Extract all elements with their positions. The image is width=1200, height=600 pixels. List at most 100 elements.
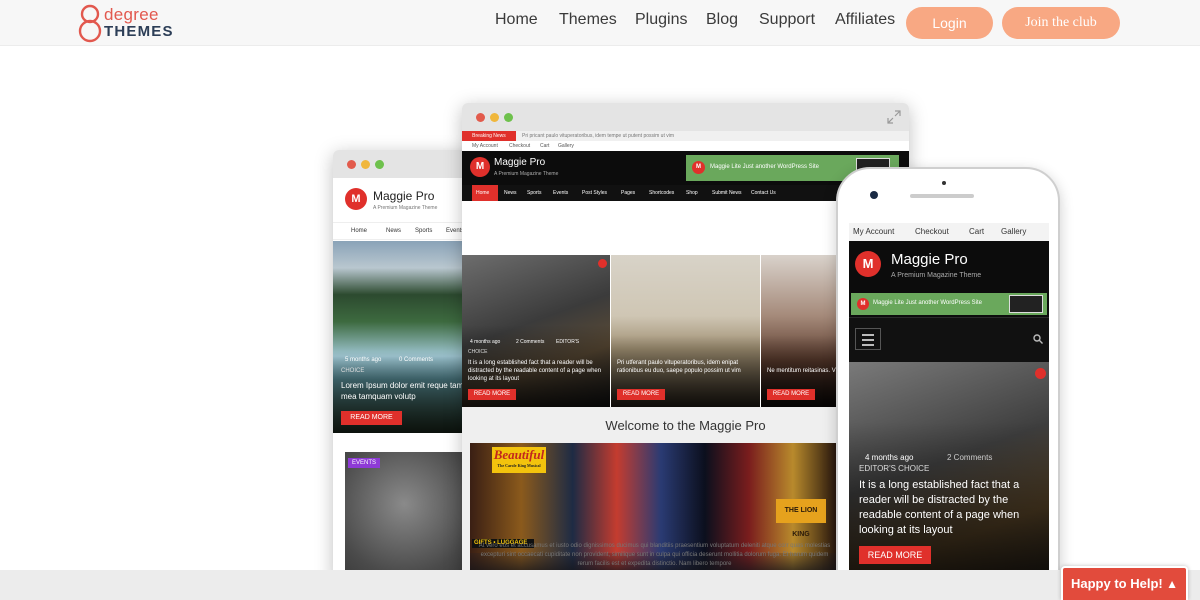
phone-banner-text: Maggie Lite Just another WordPress Site	[873, 300, 982, 306]
card1-text: It is a long established fact that a rea…	[468, 360, 602, 382]
center-card-soldiers: Pri utferant paulo vituperatoribus, idem…	[611, 255, 760, 407]
phone-account-links: My Account Checkout Cart Gallery	[849, 223, 1049, 241]
nav-plugins[interactable]: Plugins	[635, 11, 687, 29]
left-menu-news[interactable]: News	[386, 228, 401, 234]
center-site-tagline: A Premium Magazine Theme	[494, 171, 559, 177]
card1-comments: 2 Comments	[516, 339, 545, 345]
nav-themes[interactable]: Themes	[559, 11, 617, 29]
menu-submit-news[interactable]: Submit News	[712, 190, 741, 196]
phone-post-text: It is a long established fact that a rea…	[859, 479, 1020, 536]
minimize-dot-icon	[490, 113, 499, 122]
logo-themes-text: THEMES	[104, 23, 174, 40]
menu-shop[interactable]: Shop	[686, 190, 698, 196]
menu-news[interactable]: News	[504, 190, 517, 196]
card2-text: Pri utferant paulo vituperatoribus, idem…	[617, 360, 741, 374]
expand-icon[interactable]	[887, 110, 901, 124]
close-dot-icon	[347, 160, 356, 169]
menu-shortcodes[interactable]: Shortcodes	[649, 190, 674, 196]
phone-read-more-button[interactable]: READ MORE	[859, 546, 931, 564]
minimize-dot-icon	[361, 160, 370, 169]
phone-maggie-lite-banner[interactable]: M Maggie Lite Just another WordPress Sit…	[851, 293, 1047, 315]
chevron-up-icon: ▲	[1166, 577, 1178, 591]
left-site-title: Maggie Pro	[373, 189, 435, 203]
sign-lion-king: THE LION KING	[776, 499, 826, 538]
footer-strip	[0, 570, 1200, 600]
nav-blog[interactable]: Blog	[706, 11, 738, 29]
music-badge-icon	[598, 259, 607, 268]
logo-degree-text: degree	[104, 5, 159, 24]
nav-affiliates[interactable]: Affiliates	[835, 11, 895, 29]
card1-badge: EDITOR'S	[556, 339, 580, 345]
phone-firefighter-photo: 4 months ago 2 Comments EDITOR'S CHOICE …	[849, 362, 1049, 570]
menu-contact-us[interactable]: Contact Us	[751, 190, 776, 196]
device-preview-icon	[1009, 295, 1043, 313]
hamburger-menu-icon[interactable]	[855, 328, 881, 350]
phone-earpiece	[910, 194, 974, 198]
phone-post-comments: 2 Comments	[947, 453, 993, 462]
phone-post-meta: 4 months ago	[865, 453, 914, 462]
phone-camera-icon	[870, 191, 878, 199]
nav-home[interactable]: Home	[495, 11, 538, 29]
card1-category: CHOICE	[468, 349, 488, 355]
site-header: degree THEMES Home Themes Plugins Blog S…	[0, 0, 1200, 46]
left-read-more-button[interactable]: READ MORE	[341, 411, 402, 425]
join-club-button[interactable]: Join the club	[1002, 7, 1120, 39]
music-badge-icon	[1035, 368, 1046, 379]
center-browser-titlebar	[462, 103, 909, 131]
card2-read-more-button[interactable]: READ MORE	[617, 389, 665, 400]
center-account-links: My Account Checkout Cart Gallery	[462, 141, 909, 151]
center-card-firefighter: 4 months ago 2 Comments EDITOR'S CHOICE …	[462, 255, 610, 407]
phone-site-title: Maggie Pro	[891, 251, 968, 268]
account-link-gallery[interactable]: Gallery	[558, 143, 574, 149]
card3-read-more-button[interactable]: READ MORE	[767, 389, 815, 400]
close-dot-icon	[476, 113, 485, 122]
left-post-category: CHOICE	[341, 368, 365, 374]
phone-screen: My Account Checkout Cart Gallery M Maggi…	[849, 223, 1049, 570]
menu-post-styles[interactable]: Post Styles	[582, 190, 607, 196]
phone-link-cart[interactable]: Cart	[969, 227, 984, 236]
search-icon[interactable]	[1033, 334, 1043, 344]
maximize-dot-icon	[504, 113, 513, 122]
chat-label: Happy to Help!	[1071, 576, 1163, 591]
login-button[interactable]: Login	[906, 7, 993, 39]
breaking-news-label: Breaking News	[462, 131, 516, 141]
left-site-tagline: A Premium Magazine Theme	[373, 205, 438, 211]
phone-link-my-account[interactable]: My Account	[853, 227, 894, 236]
phone-speaker-dot	[942, 181, 946, 185]
menu-sports[interactable]: Sports	[527, 190, 541, 196]
phone-banner-row: M Maggie Lite Just another WordPress Sit…	[849, 291, 1049, 317]
sign-musical-text: The Carole King Musical	[497, 463, 541, 468]
logo-eight-mark	[78, 4, 102, 43]
left-post-meta: 5 months ago	[345, 357, 382, 363]
maggie-logo-icon: M	[692, 161, 705, 174]
left-post-comments: 0 Comments	[399, 357, 434, 363]
maggie-logo-icon: M	[855, 251, 881, 277]
events-badge: EVENTS	[348, 458, 381, 468]
hero-mockups: M Maggie Pro A Premium Magazine Theme Ho…	[0, 47, 1200, 570]
phone-nav-bar	[849, 317, 1049, 359]
left-menu-sports[interactable]: Sports	[415, 228, 432, 234]
account-link-my-account[interactable]: My Account	[472, 143, 498, 149]
sign-beautiful-text: Beautiful	[493, 447, 545, 462]
card1-read-more-button[interactable]: READ MORE	[468, 389, 516, 400]
menu-pages[interactable]: Pages	[621, 190, 635, 196]
happy-to-help-chat-button[interactable]: Happy to Help! ▲	[1061, 566, 1188, 600]
phone-link-gallery[interactable]: Gallery	[1001, 227, 1026, 236]
breaking-news-bar: Breaking News Pri pricant paulo vitupera…	[462, 131, 909, 141]
nav-support[interactable]: Support	[759, 11, 815, 29]
account-link-checkout[interactable]: Checkout	[509, 143, 530, 149]
account-link-cart[interactable]: Cart	[540, 143, 549, 149]
menu-home[interactable]: Home	[472, 185, 498, 201]
phone-mockup: My Account Checkout Cart Gallery M Maggi…	[836, 167, 1060, 570]
phone-site-header: M Maggie Pro A Premium Magazine Theme	[849, 241, 1049, 291]
menu-events[interactable]: Events	[553, 190, 568, 196]
phone-site-tagline: A Premium Magazine Theme	[891, 272, 982, 279]
maggie-logo-icon: M	[470, 157, 490, 177]
phone-post-category: EDITOR'S CHOICE	[859, 464, 930, 473]
maggie-logo-icon: M	[857, 298, 869, 310]
phone-link-checkout[interactable]: Checkout	[915, 227, 949, 236]
left-menu-home[interactable]: Home	[351, 228, 367, 234]
sign-beautiful: Beautiful The Carole King Musical	[492, 447, 546, 473]
maximize-dot-icon	[375, 160, 384, 169]
site-logo[interactable]: degree THEMES	[78, 3, 188, 43]
